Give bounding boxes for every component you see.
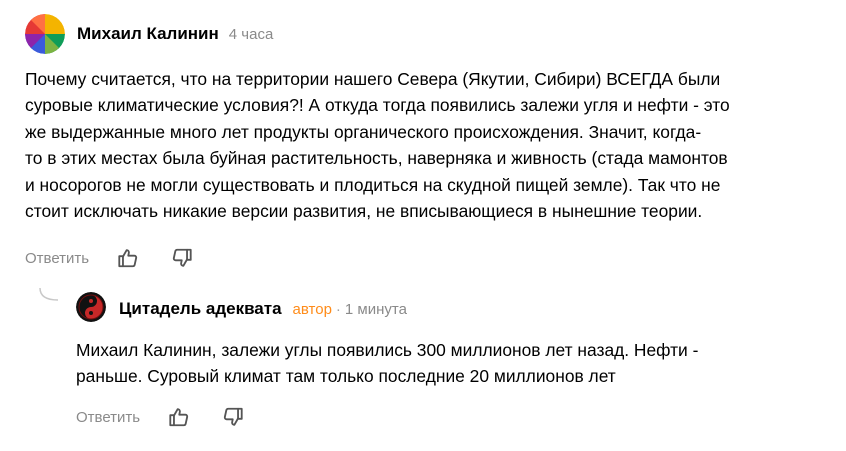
comment-text: Почему считается, что на территории наше…	[25, 66, 825, 224]
reply-actions: Ответить	[76, 405, 245, 429]
reply-text: Михаил Калинин, залежи углы появились 30…	[76, 337, 836, 390]
dislike-button[interactable]	[170, 246, 194, 270]
dislike-button[interactable]	[221, 405, 245, 429]
comment-time: 4 часа	[228, 26, 274, 43]
reply-button[interactable]: Ответить	[25, 250, 89, 267]
meta-separator: ·	[335, 301, 341, 318]
like-button[interactable]	[167, 405, 191, 429]
reply-text-line: Михаил Калинин, залежи углы появились 30…	[76, 340, 699, 360]
comment-text-line: же выдержанные много лет продукты органи…	[25, 121, 702, 142]
reply-header: Цитадель адеквата автор · 1 минута	[119, 299, 407, 319]
thumbs-down-icon	[173, 248, 192, 267]
thread-line	[39, 288, 59, 301]
author-name[interactable]: Михаил Калинин	[77, 24, 219, 44]
avatar[interactable]	[25, 14, 65, 54]
comment-text-line: Почему считается, что на территории наше…	[25, 69, 721, 89]
yin-yang-avatar-icon	[76, 292, 106, 322]
reply-text-line: раньше. Суровый климат там только послед…	[76, 366, 616, 387]
author-name[interactable]: Цитадель адеквата	[119, 299, 282, 319]
comment-text-line: суровые климатические условия?! А откуда…	[25, 95, 730, 116]
avatar[interactable]	[76, 292, 106, 322]
like-button[interactable]	[116, 246, 140, 270]
comment-actions: Ответить	[25, 246, 194, 270]
comment-text-line: стоит исключать никакие версии развития,…	[25, 201, 703, 222]
reply-button[interactable]: Ответить	[76, 409, 140, 426]
thumbs-up-icon	[118, 249, 138, 268]
thumbs-down-icon	[224, 407, 243, 426]
comment-text-line: и носорогов не могли существовать и плод…	[25, 174, 721, 195]
thumbs-up-icon	[169, 408, 189, 427]
comment-header: Михаил Калинин 4 часа	[77, 24, 273, 44]
multicolor-circle-avatar-icon	[25, 14, 65, 54]
author-badge: автор	[292, 301, 332, 318]
comment-text-line: то в этих местах была буйная растительно…	[25, 148, 728, 169]
reply-time: 1 минута	[344, 301, 407, 318]
